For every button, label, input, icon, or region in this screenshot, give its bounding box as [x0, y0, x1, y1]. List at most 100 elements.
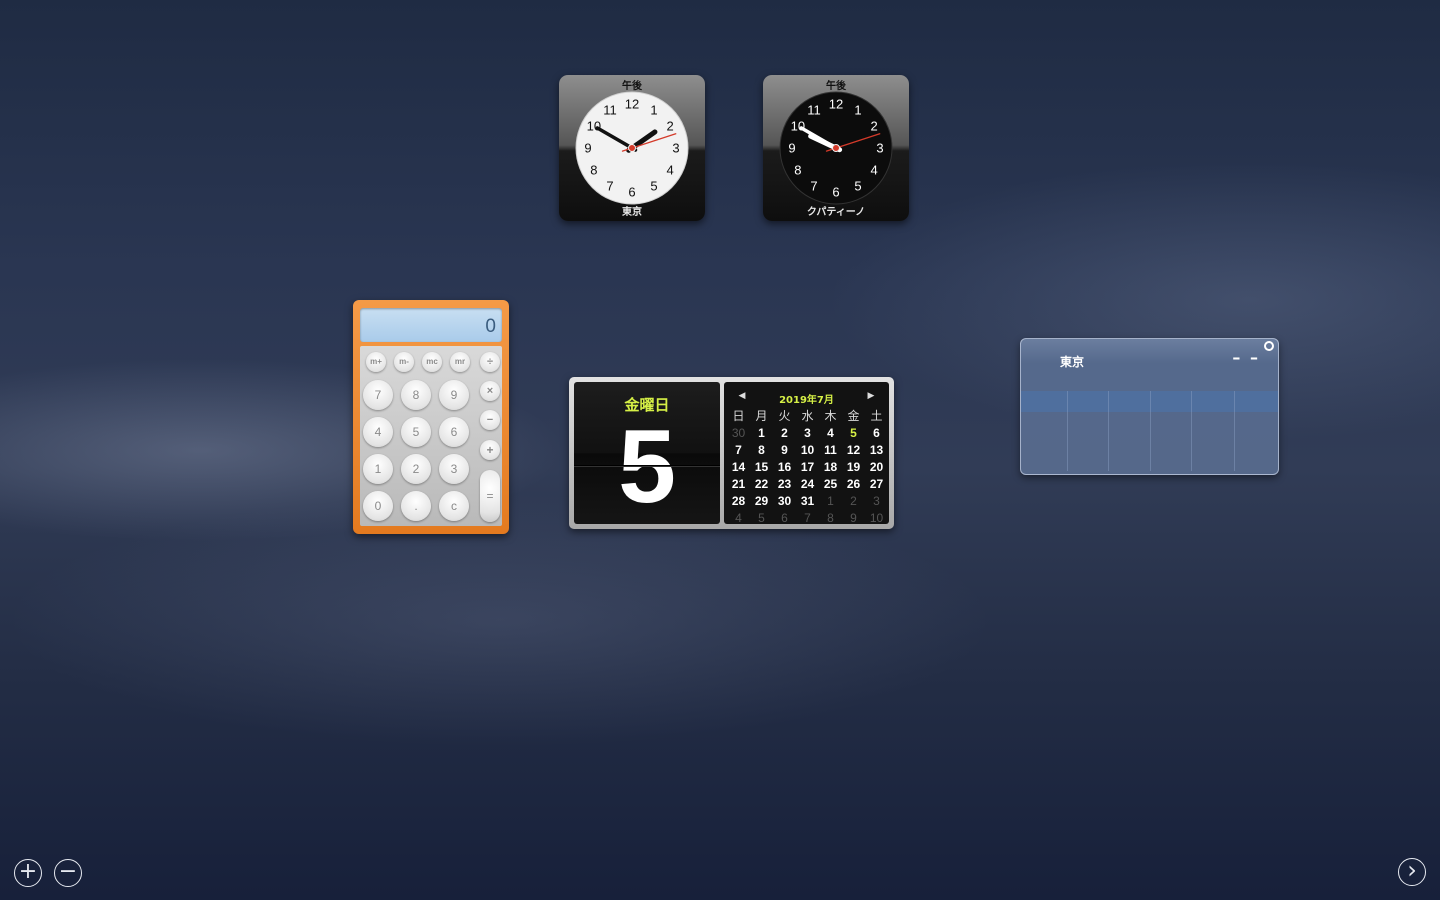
- calendar-day: 25: [823, 477, 838, 491]
- calendar-day: 26: [846, 477, 861, 491]
- calendar-day: 7: [804, 511, 811, 525]
- week-row: 30 1 2 3 4 5 6: [727, 425, 888, 442]
- multiply-button[interactable]: ×: [480, 381, 500, 401]
- calendar-day: 11: [824, 443, 837, 457]
- info-icon[interactable]: [1264, 341, 1274, 351]
- next-space-button[interactable]: ›: [1398, 858, 1426, 886]
- weather-temperature: – –: [1232, 348, 1260, 367]
- digit-4-button[interactable]: 4: [363, 417, 393, 447]
- calendar-day: 23: [777, 477, 792, 491]
- clock-numeral: 6: [832, 185, 839, 200]
- clock-numeral: 2: [870, 119, 877, 134]
- day-number: 5: [618, 409, 676, 525]
- calendar-day: 17: [800, 460, 815, 474]
- digit-5-button[interactable]: 5: [401, 417, 431, 447]
- equals-button[interactable]: =: [480, 470, 500, 522]
- calendar-day: 1: [827, 494, 834, 508]
- calendar-day: 14: [731, 460, 746, 474]
- clock-numeral: 5: [650, 179, 657, 194]
- calendar-day: 6: [781, 511, 788, 525]
- forecast-divider: [1150, 391, 1151, 471]
- calendar-day: 16: [777, 460, 792, 474]
- calendar-day: 6: [873, 426, 880, 440]
- digit-6-button[interactable]: 6: [439, 417, 469, 447]
- calendar-day: 13: [869, 443, 884, 457]
- digit-9-button[interactable]: 9: [439, 380, 469, 410]
- calendar-day: 20: [869, 460, 884, 474]
- digit-3-button[interactable]: 3: [439, 454, 469, 484]
- minus-button[interactable]: −: [480, 410, 500, 430]
- clock-numeral: 2: [666, 119, 673, 134]
- weekday-header: 金: [847, 409, 860, 423]
- calendar-day: 8: [827, 511, 834, 525]
- clock-widget-cupertino[interactable]: 午後 1 2 3 4 5 6 7 8 9 10 11 12 クパティーノ: [763, 75, 909, 221]
- weather-widget[interactable]: 東京 – –: [1020, 338, 1279, 475]
- month-label: 2019年7月: [779, 395, 834, 406]
- memory-subtract-button[interactable]: m-: [394, 352, 414, 372]
- calendar-widget[interactable]: 金曜日 5 ◀ 2019年7月 ▶ 日月火水木金土 30 1 2 3 4 5 6 7 8 9 10 11…: [569, 377, 894, 529]
- month-grid: 日月火水木金土 30 1 2 3 4 5 6 7 8 9 10 11 12 13 14 15 16 17 18 19 20…: [727, 408, 888, 527]
- calculator-keypad: m+ m- mc mr ÷ 7 8 9 × 4 5 6 − 1 2 3 + 0 …: [360, 346, 502, 526]
- calendar-day: 12: [846, 443, 861, 457]
- clock-numeral: 5: [854, 179, 861, 194]
- week-row: 7 8 9 10 11 12 13: [727, 442, 888, 459]
- divide-button[interactable]: ÷: [480, 352, 500, 372]
- memory-recall-button[interactable]: mr: [450, 352, 470, 372]
- date-panel[interactable]: 金曜日 5: [574, 382, 720, 524]
- week-row: 4 5 6 7 8 9 10: [727, 510, 888, 527]
- calendar-day: 10: [800, 443, 815, 457]
- digit-2-button[interactable]: 2: [401, 454, 431, 484]
- clock-widget-tokyo[interactable]: 午後 1 2 3 4 5 6 7 8 9 10 11 12 東京: [559, 75, 705, 221]
- forecast-divider: [1067, 391, 1068, 471]
- clock-numeral: 3: [876, 141, 883, 156]
- memory-clear-button[interactable]: mc: [422, 352, 442, 372]
- clock-center-cap: [628, 144, 636, 152]
- calendar-day: 1: [758, 426, 765, 440]
- calendar-day: 30: [777, 494, 792, 508]
- calendar-day: 5: [758, 511, 765, 525]
- clock-numeral: 11: [603, 102, 617, 117]
- week-row: 21 22 23 24 25 26 27: [727, 476, 888, 493]
- calendar-day: 4: [827, 426, 834, 440]
- clock-numeral: 4: [870, 163, 877, 178]
- clear-button[interactable]: c: [439, 491, 469, 521]
- calendar-day: 5: [850, 426, 857, 440]
- clock-city-label: 東京: [622, 207, 642, 218]
- next-month-icon[interactable]: ▶: [866, 391, 876, 401]
- calendar-day: 19: [846, 460, 861, 474]
- clock-numeral: 11: [807, 102, 821, 117]
- calendar-day: 28: [731, 494, 746, 508]
- digit-8-button[interactable]: 8: [401, 380, 431, 410]
- clock-numeral: 7: [606, 179, 613, 194]
- clock-numeral: 3: [672, 141, 679, 156]
- memory-add-button[interactable]: m+: [366, 352, 386, 372]
- remove-widget-button[interactable]: −: [54, 859, 82, 887]
- calendar-day: 27: [869, 477, 884, 491]
- clock-numeral: 8: [794, 163, 801, 178]
- clock-numeral: 12: [829, 97, 843, 112]
- clock-numeral: 7: [810, 179, 817, 194]
- digit-1-button[interactable]: 1: [363, 454, 393, 484]
- digit-0-button[interactable]: 0: [363, 491, 393, 521]
- calendar-day: 2: [781, 426, 788, 440]
- calendar-day: 24: [800, 477, 815, 491]
- calendar-day: 22: [754, 477, 769, 491]
- weather-city-label: 東京: [1060, 355, 1085, 369]
- clock-numeral: 9: [788, 141, 795, 156]
- clock-face-cupertino: 1234567891011 12: [779, 91, 893, 205]
- forecast-divider: [1234, 391, 1235, 471]
- forecast-divider: [1191, 391, 1192, 471]
- weekday-header-row: 日月火水木金土: [727, 408, 888, 425]
- digit-7-button[interactable]: 7: [363, 380, 393, 410]
- clock-numeral: 1: [650, 102, 657, 117]
- decimal-button[interactable]: .: [401, 491, 431, 521]
- add-widget-button[interactable]: +: [14, 859, 42, 887]
- plus-button[interactable]: +: [480, 440, 500, 460]
- clock-numeral: 8: [590, 163, 597, 178]
- weekday-header: 土: [870, 409, 883, 423]
- clock-face-tokyo: 1234567891011 12: [575, 91, 689, 205]
- clock-numeral: 12: [625, 97, 639, 112]
- calendar-day: 29: [754, 494, 769, 508]
- calculator-widget[interactable]: 0 m+ m- mc mr ÷ 7 8 9 × 4 5 6 − 1 2 3 + …: [353, 300, 509, 534]
- flip-divider: [574, 465, 720, 466]
